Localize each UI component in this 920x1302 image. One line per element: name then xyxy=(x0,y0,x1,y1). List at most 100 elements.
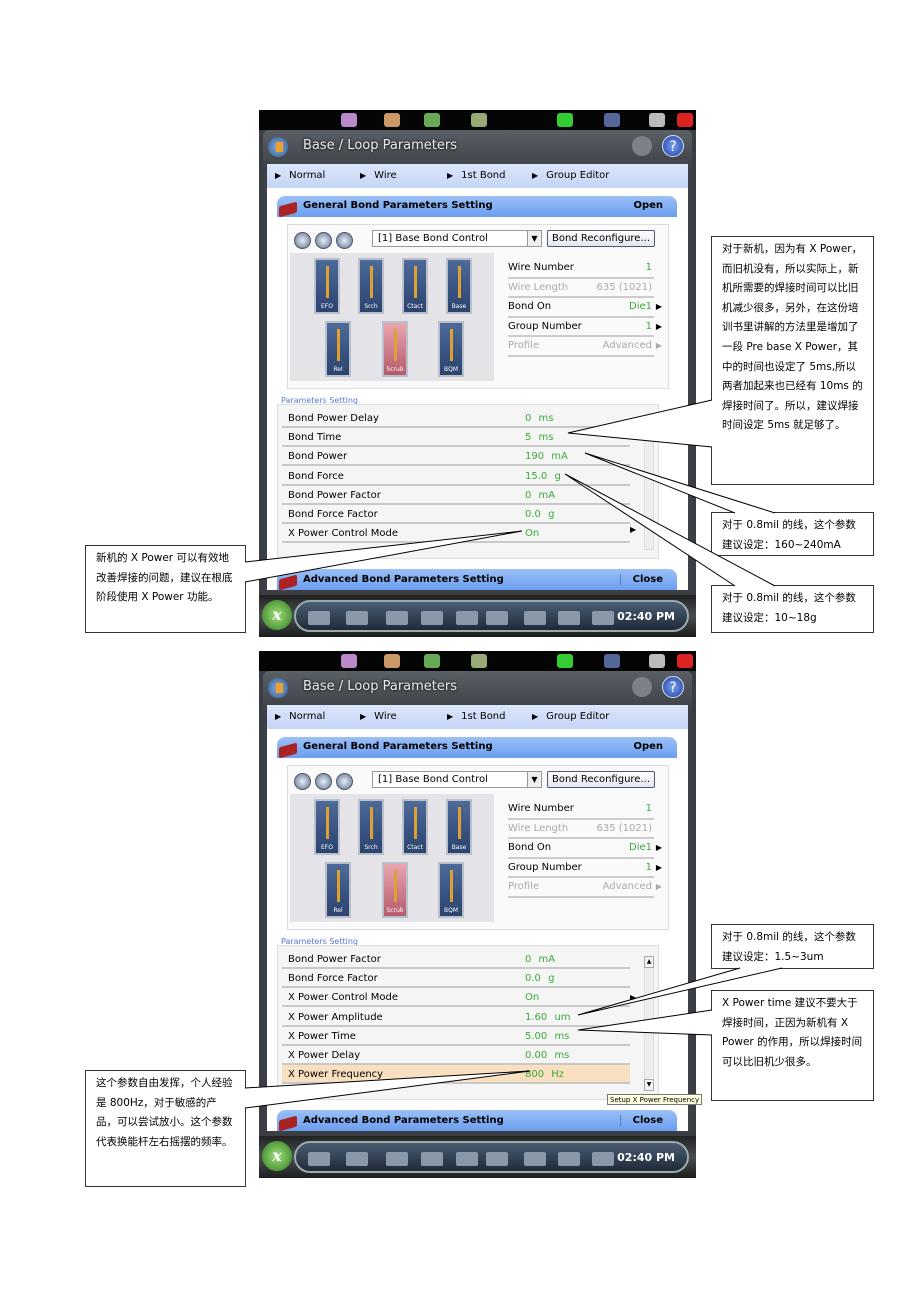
tile-ctact[interactable]: Ctact xyxy=(402,258,428,314)
chevron-down-icon[interactable]: ▼ xyxy=(527,231,541,246)
tool-icon[interactable] xyxy=(421,1152,443,1166)
tool-icon[interactable] xyxy=(592,1152,614,1166)
param-row[interactable]: X Power Control Mode On xyxy=(282,988,630,1008)
forward-icon[interactable] xyxy=(336,232,353,249)
param-row[interactable]: X Power Amplitude 1.60 um xyxy=(282,1008,630,1027)
toolbar-icon[interactable] xyxy=(424,654,440,668)
param-row[interactable]: Bond Force Factor 0.0 g xyxy=(282,505,630,524)
back-icon[interactable] xyxy=(294,232,311,249)
nav-tab[interactable]: ▶ 1st Bond xyxy=(447,170,506,181)
tile-efo[interactable]: EFO xyxy=(314,258,340,314)
tool-icon[interactable] xyxy=(386,1152,408,1166)
toolbar-icon[interactable] xyxy=(384,654,400,668)
back-icon[interactable] xyxy=(294,773,311,790)
undo-icon[interactable] xyxy=(632,677,652,697)
bond-reconfigure-button[interactable]: Bond Reconfigure... xyxy=(547,230,655,247)
exit-icon[interactable] xyxy=(268,137,288,157)
nav-tab[interactable]: ▶ Wire xyxy=(360,170,397,181)
toolbar-icon[interactable] xyxy=(649,654,665,668)
info-row[interactable]: Bond On Die1 ▶ xyxy=(508,839,662,859)
tile-ctact[interactable]: Ctact xyxy=(402,799,428,855)
toolbar-icon[interactable] xyxy=(604,113,620,127)
forward-icon[interactable] xyxy=(336,773,353,790)
general-panel-header[interactable]: General Bond Parameters Setting Open xyxy=(277,737,677,759)
bond-select[interactable]: [1] Base Bond Control ▼ xyxy=(372,230,542,247)
tool-icon[interactable] xyxy=(524,1152,546,1166)
tile-base[interactable]: Base xyxy=(446,799,472,855)
toolbar-icon[interactable] xyxy=(471,654,487,668)
toolbar-icon[interactable] xyxy=(424,113,440,127)
param-row[interactable]: Bond Time 5 ms xyxy=(282,428,630,448)
toolbar-icon[interactable] xyxy=(471,113,487,127)
tool-icon[interactable] xyxy=(346,611,368,625)
general-panel-header[interactable]: General Bond Parameters Setting Open xyxy=(277,196,677,218)
param-row[interactable]: X Power Delay 0.00 ms xyxy=(282,1046,630,1065)
tool-icon[interactable] xyxy=(558,611,580,625)
nav-tab[interactable]: ▶ Group Editor xyxy=(532,711,609,722)
nav-tab[interactable]: ▶ Wire xyxy=(360,711,397,722)
tile-srch[interactable]: Srch xyxy=(358,799,384,855)
close-button[interactable]: Close xyxy=(619,574,663,585)
toolbar-icon[interactable] xyxy=(604,654,620,668)
info-row[interactable]: Group Number 1 ▶ xyxy=(508,859,662,878)
scrollbar[interactable]: ▲ ▼ xyxy=(644,956,654,1091)
tile-bqm[interactable]: BQM xyxy=(438,862,464,918)
param-row[interactable]: Bond Power Factor 0 mA xyxy=(282,950,630,969)
toolbar-icon[interactable] xyxy=(677,113,693,127)
toolbar-icon[interactable] xyxy=(649,113,665,127)
tool-icon[interactable] xyxy=(456,1152,478,1166)
tile-scrub[interactable]: Scrub xyxy=(382,321,408,377)
info-row[interactable]: Group Number 1 ▶ xyxy=(508,318,662,337)
toolbar-icon[interactable] xyxy=(341,654,357,668)
tile-rel[interactable]: Rel xyxy=(325,862,351,918)
toolbar-icon[interactable] xyxy=(557,654,573,668)
open-button[interactable]: Open xyxy=(633,741,663,752)
nav-tab[interactable]: ▶ Normal xyxy=(275,711,325,722)
scroll-up-icon[interactable]: ▲ xyxy=(644,956,654,968)
info-row[interactable]: Bond On Die1 ▶ xyxy=(508,298,662,318)
tool-icon[interactable] xyxy=(386,611,408,625)
param-row[interactable]: X Power Frequency 800 Hz xyxy=(282,1065,630,1085)
tile-scrub[interactable]: Scrub xyxy=(382,862,408,918)
tile-base[interactable]: Base xyxy=(446,258,472,314)
help-icon[interactable]: ? xyxy=(662,676,684,698)
toolbar-icon[interactable] xyxy=(384,113,400,127)
bond-reconfigure-button[interactable]: Bond Reconfigure... xyxy=(547,771,655,788)
info-row[interactable]: Wire Number 1 xyxy=(508,800,654,820)
tool-icon[interactable] xyxy=(346,1152,368,1166)
bond-select[interactable]: [1] Base Bond Control ▼ xyxy=(372,771,542,788)
toolbar-icon[interactable] xyxy=(341,113,357,127)
exit-icon[interactable] xyxy=(268,678,288,698)
chevron-down-icon[interactable]: ▼ xyxy=(527,772,541,787)
scrollbar[interactable] xyxy=(644,415,654,550)
tile-rel[interactable]: Rel xyxy=(325,321,351,377)
help-icon[interactable]: ? xyxy=(662,135,684,157)
x-logo-icon[interactable]: x xyxy=(262,1141,292,1171)
param-row[interactable]: X Power Time 5.00 ms xyxy=(282,1027,630,1046)
param-row[interactable]: Bond Power Factor 0 mA xyxy=(282,486,630,505)
nav-tab[interactable]: ▶ Normal xyxy=(275,170,325,181)
param-row[interactable]: Bond Power Delay 0 ms xyxy=(282,409,630,428)
info-row[interactable]: Wire Number 1 xyxy=(508,259,654,279)
stop-icon[interactable] xyxy=(315,773,332,790)
close-button[interactable]: Close xyxy=(619,1115,663,1126)
tool-icon[interactable] xyxy=(486,1152,508,1166)
x-logo-icon[interactable]: x xyxy=(262,600,292,630)
tool-icon[interactable] xyxy=(486,611,508,625)
param-row[interactable]: X Power Control Mode On xyxy=(282,524,630,544)
nav-tab[interactable]: ▶ 1st Bond xyxy=(447,711,506,722)
param-row[interactable]: Bond Force Factor 0.0 g xyxy=(282,969,630,989)
tool-icon[interactable] xyxy=(558,1152,580,1166)
tool-icon[interactable] xyxy=(456,611,478,625)
open-button[interactable]: Open xyxy=(633,200,663,211)
undo-icon[interactable] xyxy=(632,136,652,156)
tile-efo[interactable]: EFO xyxy=(314,799,340,855)
param-row[interactable]: Bond Power 190 mA xyxy=(282,447,630,467)
tool-icon[interactable] xyxy=(592,611,614,625)
tool-icon[interactable] xyxy=(308,611,330,625)
tool-icon[interactable] xyxy=(308,1152,330,1166)
advanced-panel-header[interactable]: Advanced Bond Parameters Setting Close xyxy=(277,1110,677,1132)
tile-srch[interactable]: Srch xyxy=(358,258,384,314)
tool-icon[interactable] xyxy=(524,611,546,625)
nav-tab[interactable]: ▶ Group Editor xyxy=(532,170,609,181)
